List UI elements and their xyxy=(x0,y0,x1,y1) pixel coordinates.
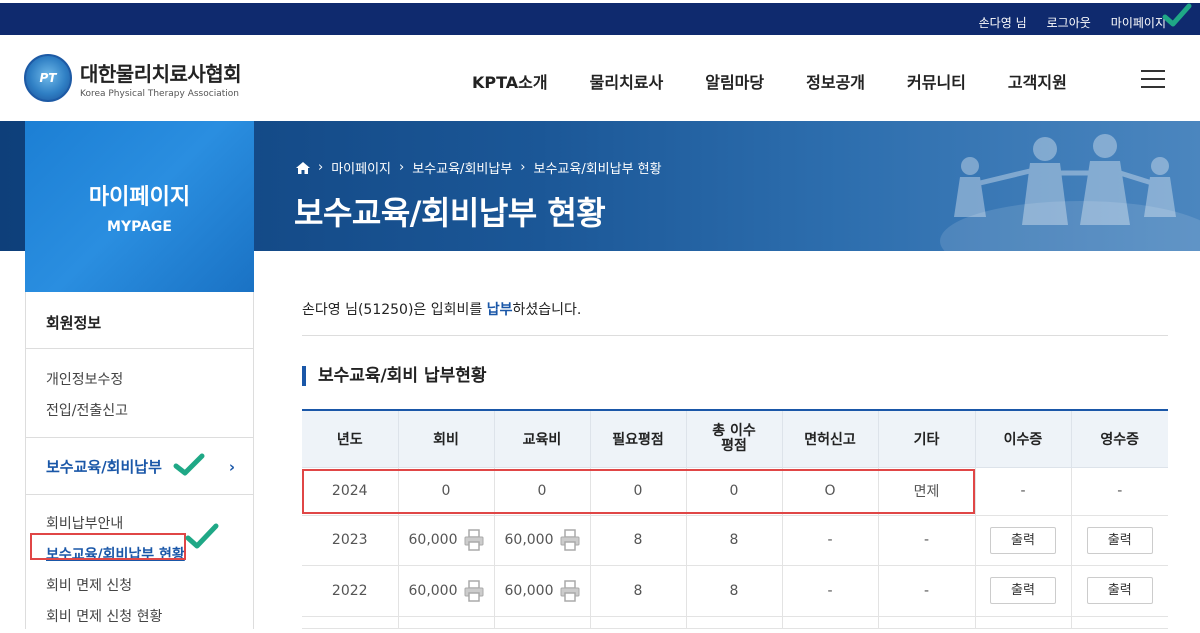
check-icon xyxy=(173,453,205,476)
print-receipt-button[interactable]: 출력 xyxy=(1086,577,1153,604)
home-icon[interactable] xyxy=(296,161,310,174)
sidebar-item-exemption-apply[interactable]: 회비 면제 신청 xyxy=(46,571,253,602)
col-certificate: 이수증 xyxy=(975,409,1072,468)
col-total-credits: 총 이수 평점 xyxy=(686,409,783,468)
sidebar-item-exemption-status[interactable]: 회비 면제 신청 현황 xyxy=(46,602,253,633)
logo-emblem: PT xyxy=(24,54,72,102)
sidebar-header: 마이페이지 MYPAGE xyxy=(25,121,254,292)
highlight-box xyxy=(30,533,186,560)
check-icon xyxy=(1162,3,1192,27)
sidebar-subtitle: MYPAGE xyxy=(107,219,172,235)
main-navigation: KPTA소개 물리치료사 알림마당 정보공개 커뮤니티 고객지원 xyxy=(472,69,1067,93)
site-header: PT 대한물리치료사협회 Korea Physical Therapy Asso… xyxy=(0,35,1200,121)
family-silhouette-image xyxy=(940,134,1200,251)
breadcrumb-mypage[interactable]: 마이페이지 xyxy=(331,158,391,177)
col-etc: 기타 xyxy=(878,409,976,468)
payment-status-table: 년도 회비 교육비 필요평점 총 이수 평점 면허신고 기타 이수증 영수증 2… xyxy=(302,409,1168,629)
logo-english-name: Korea Physical Therapy Association xyxy=(80,88,239,99)
printer-icon[interactable] xyxy=(560,529,580,551)
chevron-right-icon: › xyxy=(228,458,235,476)
print-certificate-button[interactable]: 출력 xyxy=(990,577,1056,604)
nav-therapist[interactable]: 물리치료사 xyxy=(590,69,664,93)
col-year: 년도 xyxy=(302,409,399,468)
sidebar-section-label: 보수교육/회비납부 xyxy=(46,458,162,476)
col-edu-fee: 교육비 xyxy=(494,409,591,468)
nav-notice[interactable]: 알림마당 xyxy=(705,69,764,93)
col-license-report: 면허신고 xyxy=(782,409,879,468)
check-icon xyxy=(185,523,219,549)
printer-icon[interactable] xyxy=(560,579,580,602)
sidebar-section-education-fee[interactable]: 보수교육/회비납부 › xyxy=(26,438,253,495)
logout-link[interactable]: 로그아웃 xyxy=(1047,14,1091,31)
col-required-credits: 필요평점 xyxy=(590,409,687,468)
section-title: 보수교육/회비 납부현황 xyxy=(302,366,487,386)
highlight-box xyxy=(302,469,975,514)
divider xyxy=(302,335,1168,336)
printer-icon[interactable] xyxy=(464,579,484,602)
sidebar-submenu: 개인정보수정 전입/전출신고 xyxy=(26,349,253,438)
nav-kpta[interactable]: KPTA소개 xyxy=(472,69,548,93)
site-logo[interactable]: PT 대한물리치료사협회 Korea Physical Therapy Asso… xyxy=(24,54,242,102)
chevron-right-icon: › xyxy=(520,160,526,175)
printer-icon[interactable] xyxy=(464,529,484,551)
breadcrumb-status[interactable]: 보수교육/회비납부 현황 xyxy=(533,158,661,177)
page-title: 보수교육/회비납부 현황 xyxy=(294,194,606,232)
mypage-link[interactable]: 마이페이지 xyxy=(1111,14,1166,31)
nav-support[interactable]: 고객지원 xyxy=(1008,69,1067,93)
table-row: 2023 60,000 60,000 8 8 - - 출력 출력 xyxy=(302,515,1168,566)
table-row: 2022 60,000 60,000 8 8 - - 출력 출력 xyxy=(302,565,1168,617)
print-certificate-button[interactable]: 출력 xyxy=(990,526,1056,554)
utility-links: 손다영 님 로그아웃 마이페이지 xyxy=(979,14,1166,31)
logo-korean-name: 대한물리치료사협회 xyxy=(80,61,242,86)
breadcrumb-education-fee[interactable]: 보수교육/회비납부 xyxy=(412,158,512,177)
table-row-partial xyxy=(302,616,1168,629)
print-receipt-button[interactable]: 출력 xyxy=(1086,526,1153,554)
col-receipt: 영수증 xyxy=(1071,409,1168,468)
chevron-right-icon: › xyxy=(318,160,324,175)
top-utility-bar: 손다영 님 로그아웃 마이페이지 xyxy=(0,0,1200,35)
sidebar-title: 마이페이지 xyxy=(88,185,191,210)
sidebar-submenu-education: 회비납부안내 보수교육/회비납부 현황 회비 면제 신청 회비 면제 신청 현황 xyxy=(26,495,253,633)
sidebar-menu: 회원정보 개인정보수정 전입/전출신고 보수교육/회비납부 › 회비납부안내 보… xyxy=(25,292,254,629)
nav-disclosure[interactable]: 정보공개 xyxy=(806,69,865,93)
sidebar-item-transfer[interactable]: 전입/전출신고 xyxy=(46,396,253,427)
user-name: 손다영 님 xyxy=(978,16,1027,30)
col-fee: 회비 xyxy=(398,409,495,468)
hamburger-menu-icon[interactable] xyxy=(1141,70,1165,88)
nav-community[interactable]: 커뮤니티 xyxy=(907,69,966,93)
chevron-right-icon: › xyxy=(399,160,405,175)
fee-notice: 손다영 님(51250)은 입회비를 납부하셨습니다. xyxy=(302,302,582,318)
sidebar-section-member-info[interactable]: 회원정보 xyxy=(26,292,253,349)
breadcrumb: › 마이페이지 › 보수교육/회비납부 › 보수교육/회비납부 현황 xyxy=(296,158,662,177)
sidebar-item-edit-profile[interactable]: 개인정보수정 xyxy=(46,365,253,396)
